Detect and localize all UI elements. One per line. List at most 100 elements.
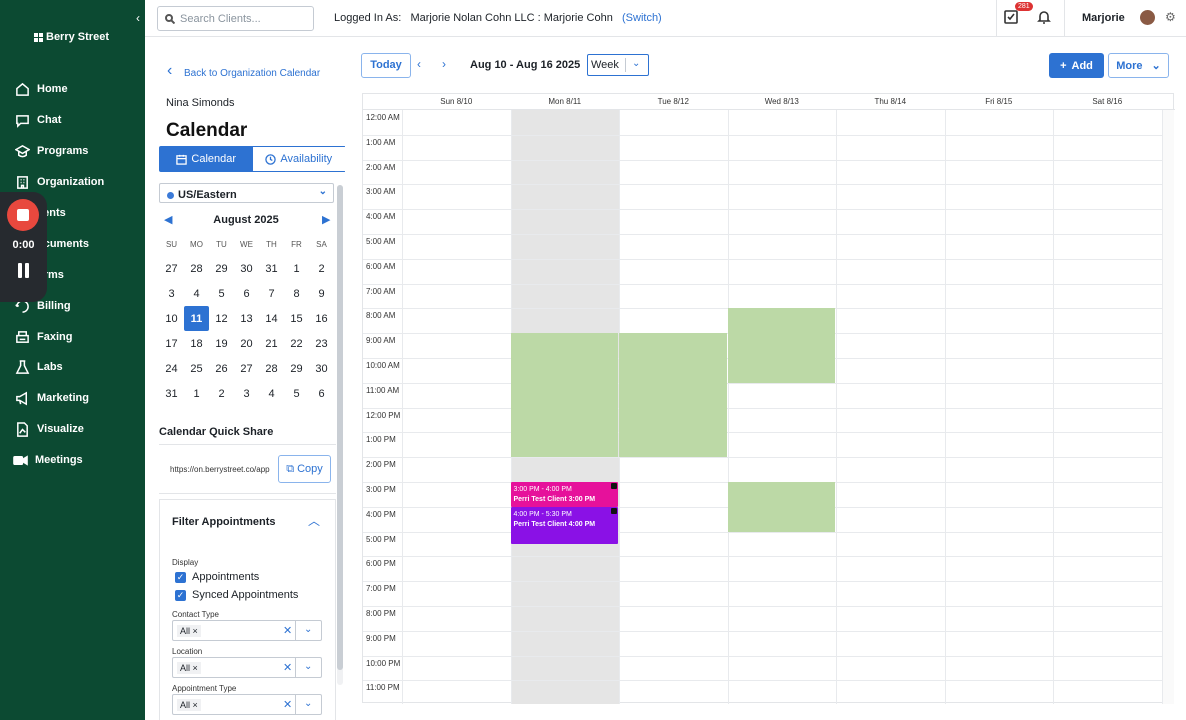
mini-calendar-day[interactable]: 20: [234, 331, 259, 356]
mini-calendar-day[interactable]: 27: [234, 356, 259, 381]
stop-recording-button[interactable]: [7, 199, 39, 231]
availability-block[interactable]: [727, 482, 835, 532]
day-header[interactable]: Wed 8/13: [728, 97, 837, 106]
clear-icon[interactable]: ✕: [283, 698, 292, 711]
switch-account-link[interactable]: (Switch): [622, 12, 662, 24]
mini-calendar-day[interactable]: 14: [259, 306, 284, 331]
chevron-down-icon[interactable]: ⌄: [304, 661, 312, 672]
next-week-icon[interactable]: ›: [442, 57, 446, 71]
appointments-checkbox[interactable]: ✓ Appointments: [175, 571, 259, 583]
mini-calendar-day-selected[interactable]: 11: [184, 306, 209, 331]
tab-calendar[interactable]: Calendar: [160, 147, 253, 171]
availability-block[interactable]: [510, 333, 618, 458]
panel-scrollbar[interactable]: [337, 185, 343, 685]
mini-calendar-day[interactable]: 28: [184, 256, 209, 281]
scrollbar-thumb[interactable]: [337, 185, 343, 670]
mini-calendar-day[interactable]: 3: [159, 281, 184, 306]
location-select[interactable]: All × ✕ ⌄: [172, 657, 322, 678]
mini-calendar-day[interactable]: 10: [159, 306, 184, 331]
mini-calendar-day[interactable]: 25: [184, 356, 209, 381]
mini-calendar-day[interactable]: 17: [159, 331, 184, 356]
sidebar-item-programs[interactable]: Programs: [15, 141, 88, 161]
sidebar-item-organization[interactable]: Organization: [15, 172, 104, 192]
contact-type-select[interactable]: All × ✕ ⌄: [172, 620, 322, 641]
tab-availability[interactable]: Availability: [252, 147, 345, 171]
mini-calendar-day[interactable]: 5: [284, 381, 309, 406]
sidebar-item-meetings[interactable]: Meetings: [13, 450, 83, 470]
notifications-bell-icon[interactable]: [1036, 9, 1052, 25]
sidebar-item-labs[interactable]: Labs: [15, 357, 63, 377]
appointment-event[interactable]: 3:00 PM - 4:00 PM Perri Test Client 3:00 …: [510, 482, 618, 507]
mini-calendar-day[interactable]: 18: [184, 331, 209, 356]
mini-calendar-day[interactable]: 2: [309, 256, 334, 281]
sidebar-item-marketing[interactable]: Marketing: [15, 388, 89, 408]
view-select[interactable]: Week ⌄: [587, 54, 649, 76]
clear-icon[interactable]: ✕: [283, 661, 292, 674]
mini-calendar-day[interactable]: 6: [234, 281, 259, 306]
mini-calendar-day[interactable]: 30: [309, 356, 334, 381]
availability-block[interactable]: [727, 308, 835, 383]
mini-calendar-day[interactable]: 31: [259, 256, 284, 281]
mini-calendar-day[interactable]: 4: [259, 381, 284, 406]
appointment-type-select[interactable]: All × ✕ ⌄: [172, 694, 322, 715]
mini-calendar-day[interactable]: 26: [209, 356, 234, 381]
user-name[interactable]: Marjorie: [1082, 12, 1125, 24]
time-grid[interactable]: 12:00 AM 1:00 AM 2:00 AM 3:00 AM 4:00 AM 5:00…: [363, 110, 1175, 704]
search-input[interactable]: Search Clients...: [157, 6, 314, 31]
brand-logo[interactable]: Berry Street: [34, 31, 109, 43]
mini-calendar-day[interactable]: 16: [309, 306, 334, 331]
chevron-up-icon[interactable]: ︿: [308, 512, 320, 529]
mini-calendar-day[interactable]: 4: [184, 281, 209, 306]
mini-calendar-day[interactable]: 9: [309, 281, 334, 306]
mini-calendar-day[interactable]: 6: [309, 381, 334, 406]
collapse-sidebar-icon[interactable]: ‹: [136, 11, 140, 25]
availability-block[interactable]: [619, 333, 727, 458]
quick-share-link[interactable]: https://on.berrystreet.co/app: [170, 465, 274, 474]
today-button[interactable]: Today: [361, 53, 411, 78]
day-header[interactable]: Tue 8/12: [619, 97, 728, 106]
timezone-select[interactable]: US/Eastern ⌄: [159, 183, 334, 203]
calendar-scrollbar[interactable]: [1162, 110, 1174, 704]
chevron-down-icon[interactable]: ⌄: [304, 624, 312, 635]
day-header[interactable]: Mon 8/11: [511, 97, 620, 106]
mini-calendar-day[interactable]: 22: [284, 331, 309, 356]
appointment-event[interactable]: 4:00 PM - 5:30 PM Perri Test Client 4:00 …: [510, 506, 618, 544]
more-button[interactable]: More ⌄: [1108, 53, 1169, 78]
mini-calendar-day[interactable]: 3: [234, 381, 259, 406]
sidebar-item-visualize[interactable]: Visualize: [15, 419, 84, 439]
mini-calendar-day[interactable]: 15: [284, 306, 309, 331]
mini-calendar-day[interactable]: 8: [284, 281, 309, 306]
avatar[interactable]: [1140, 10, 1155, 25]
gear-icon[interactable]: ⚙: [1165, 11, 1178, 24]
mini-calendar-day[interactable]: 1: [184, 381, 209, 406]
mini-calendar-day[interactable]: 31: [159, 381, 184, 406]
copy-link-button[interactable]: ⧉ Copy: [278, 455, 331, 483]
tasks-icon[interactable]: [1003, 9, 1019, 25]
mini-calendar-day[interactable]: 28: [259, 356, 284, 381]
mini-calendar-day[interactable]: 29: [209, 256, 234, 281]
mini-calendar-day[interactable]: 7: [259, 281, 284, 306]
mini-calendar-day[interactable]: 19: [209, 331, 234, 356]
day-header[interactable]: Sat 8/16: [1053, 97, 1162, 106]
back-to-organization-calendar-link[interactable]: Back to Organization Calendar: [167, 62, 320, 80]
mini-calendar-day[interactable]: 29: [284, 356, 309, 381]
mini-calendar-day[interactable]: 30: [234, 256, 259, 281]
next-month-icon[interactable]: ▶: [322, 213, 330, 226]
mini-calendar-day[interactable]: 27: [159, 256, 184, 281]
sidebar-item-home[interactable]: Home: [15, 79, 68, 99]
day-header[interactable]: Fri 8/15: [945, 97, 1054, 106]
mini-calendar-day[interactable]: 12: [209, 306, 234, 331]
day-header[interactable]: Sun 8/10: [402, 97, 511, 106]
mini-calendar-day[interactable]: 13: [234, 306, 259, 331]
clear-icon[interactable]: ✕: [283, 624, 292, 637]
mini-calendar-day[interactable]: 21: [259, 331, 284, 356]
synced-appointments-checkbox[interactable]: ✓ Synced Appointments: [175, 589, 298, 601]
mini-calendar-day[interactable]: 23: [309, 331, 334, 356]
chevron-down-icon[interactable]: ⌄: [304, 698, 312, 709]
mini-calendar-day[interactable]: 2: [209, 381, 234, 406]
mini-calendar-day[interactable]: 24: [159, 356, 184, 381]
previous-week-icon[interactable]: ‹: [417, 57, 421, 71]
sidebar-item-chat[interactable]: Chat: [15, 110, 61, 130]
pause-recording-button[interactable]: [17, 263, 31, 278]
day-header[interactable]: Thu 8/14: [836, 97, 945, 106]
